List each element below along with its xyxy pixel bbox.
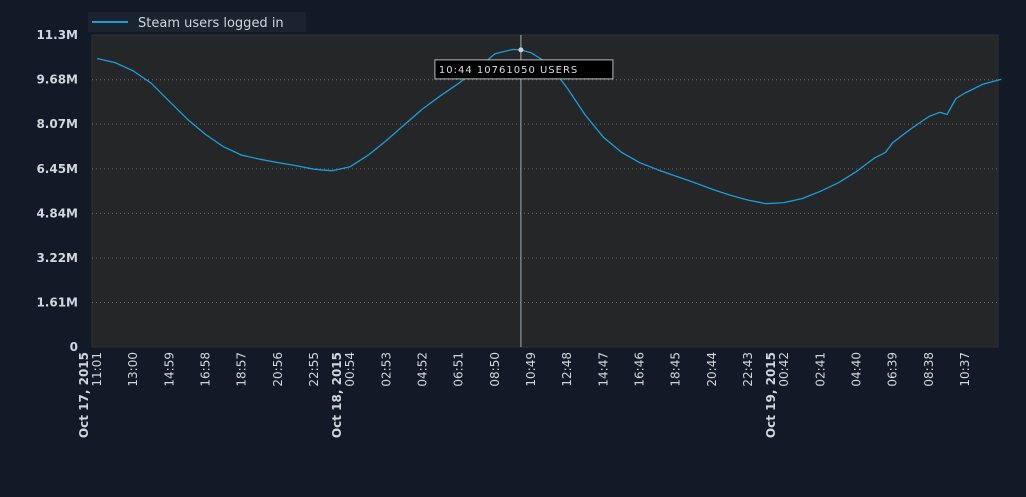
x-tick-label: 14:47	[596, 352, 610, 387]
x-tick-label: 06:51	[452, 352, 466, 387]
x-tick-label: 02:53	[379, 352, 393, 387]
y-tick-label: 8.07M	[36, 117, 78, 131]
y-tick-label: 4.84M	[36, 206, 78, 220]
y-tick-label: 0	[70, 340, 78, 354]
x-date-label: Oct 19, 2015	[764, 352, 778, 438]
hover-point-marker	[518, 47, 524, 53]
y-tick-label: 1.61M	[36, 296, 78, 310]
x-tick-label: 00:54	[343, 352, 357, 387]
steam-users-chart: 0 1.61M 3.22M 4.84M 6.45M 8.07M 9.68M 11.3M 11:…	[0, 0, 1026, 497]
y-tick-label: 9.68M	[36, 73, 78, 87]
x-tick-label: 20:44	[705, 352, 719, 387]
x-tick-label: 11:01	[90, 352, 104, 387]
x-tick-label: 06:39	[886, 352, 900, 387]
y-tick-label: 3.22M	[36, 251, 78, 265]
x-tick-label: 10:37	[958, 352, 972, 387]
x-tick-label: 12:48	[560, 352, 574, 387]
x-tick-label: 16:46	[633, 352, 647, 387]
x-tick-label: 13:00	[126, 352, 140, 387]
x-tick-label: 20:56	[271, 352, 285, 387]
x-tick-label: 04:40	[850, 352, 864, 387]
x-tick-label: 22:55	[307, 352, 321, 387]
x-date-label: Oct 17, 2015	[77, 352, 91, 438]
legend: Steam users logged in	[88, 12, 306, 32]
x-tick-label: 04:52	[416, 352, 430, 387]
x-tick-label: 18:45	[669, 352, 683, 387]
x-tick-label: 00:42	[777, 352, 791, 387]
x-tick-label: 10:49	[524, 352, 538, 387]
tooltip-text: 10:44 10761050 USERS	[439, 65, 578, 76]
x-tick-label: 18:57	[235, 352, 249, 387]
x-tick-label: 08:50	[488, 352, 502, 387]
x-tick-label: 02:41	[813, 352, 827, 387]
x-date-label: Oct 18, 2015	[330, 352, 344, 438]
y-tick-label: 11.3M	[36, 28, 78, 42]
hover-tooltip: 10:44 10761050 USERS	[434, 59, 614, 80]
x-tick-label: 22:43	[741, 352, 755, 387]
x-tick-label: 16:58	[199, 352, 213, 387]
plot-area	[91, 34, 999, 348]
y-tick-label: 6.45M	[36, 162, 78, 176]
x-tick-label: 08:38	[922, 352, 936, 387]
legend-label: Steam users logged in	[138, 16, 284, 31]
x-tick-label: 14:59	[162, 352, 176, 387]
